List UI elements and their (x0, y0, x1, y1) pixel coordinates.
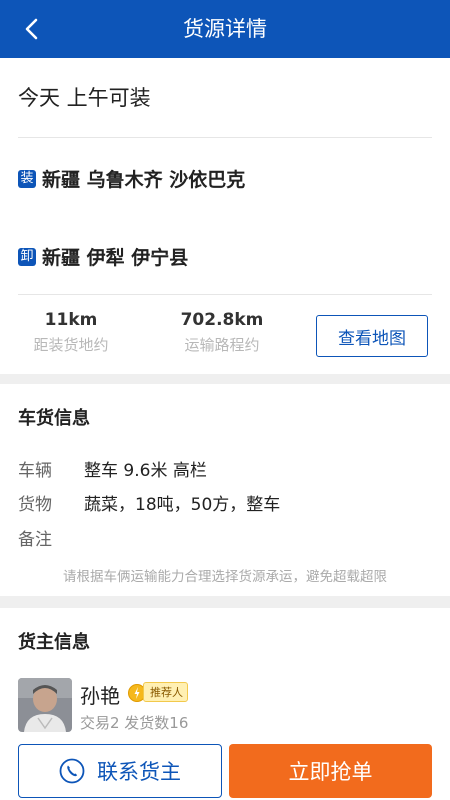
recommender-badge: 推荐人 (127, 681, 188, 703)
divider (18, 137, 432, 138)
vehicle-label: 车辆 (18, 461, 52, 481)
unload-address-row: 卸 新疆 伊犁 伊宁县 (18, 243, 188, 270)
cargo-card: 车货信息 车辆 整车 9.6米 高栏 货物 蔬菜，18吨，50方，整车 备注 请… (0, 384, 450, 596)
owner-name: 孙艳 (80, 684, 120, 708)
view-map-button[interactable]: 查看地图 (316, 315, 428, 357)
goods-label: 货物 (18, 495, 52, 515)
load-address-row: 装 新疆 乌鲁木齐 沙依巴克 (18, 165, 245, 192)
grab-order-button[interactable]: 立即抢单 (229, 744, 432, 798)
goods-value: 蔬菜，18吨，50方，整车 (84, 495, 281, 515)
owner-section-title: 货主信息 (18, 632, 90, 653)
phone-icon (59, 758, 85, 784)
contact-owner-label: 联系货主 (97, 760, 181, 784)
vehicle-row: 车辆 整车 9.6米 高栏 (18, 456, 207, 481)
divider (18, 294, 432, 295)
route-card: 今天 上午可装 装 新疆 乌鲁木齐 沙依巴克 卸 新疆 伊犁 伊宁县 11km … (0, 58, 450, 374)
route-distance-label: 运输路程约 (184, 336, 260, 354)
owner-stats: 交易2 发货数16 (80, 714, 189, 732)
avatar[interactable] (18, 678, 72, 732)
app-header: 货源详情 (0, 0, 450, 58)
remark-label: 备注 (18, 530, 52, 550)
load-tag-icon: 装 (18, 169, 36, 188)
distance-value: 11km (44, 310, 98, 330)
page-title: 货源详情 (183, 17, 267, 41)
unload-tag-icon: 卸 (18, 247, 36, 266)
distance-stat: 11km 距装货地约 (6, 310, 136, 355)
goods-row: 货物 蔬菜，18吨，50方，整车 (18, 490, 280, 515)
badge-label: 推荐人 (143, 682, 188, 702)
load-address: 新疆 乌鲁木齐 沙依巴克 (42, 169, 246, 191)
remark-row: 备注 (18, 525, 84, 550)
vehicle-value: 整车 9.6米 高栏 (84, 461, 207, 481)
route-distance-value: 702.8km (180, 310, 264, 330)
load-time: 今天 上午可装 (18, 86, 151, 110)
route-distance-stat: 702.8km 运输路程约 (157, 310, 287, 355)
cargo-section-title: 车货信息 (18, 408, 90, 429)
load-hint: 请根据车俩运输能力合理选择货源承运，避免超载超限 (63, 569, 387, 585)
unload-address: 新疆 伊犁 伊宁县 (42, 247, 189, 269)
avatar-photo-icon (18, 678, 72, 732)
distance-label: 距装货地约 (33, 336, 109, 354)
contact-owner-button[interactable]: 联系货主 (18, 744, 222, 798)
